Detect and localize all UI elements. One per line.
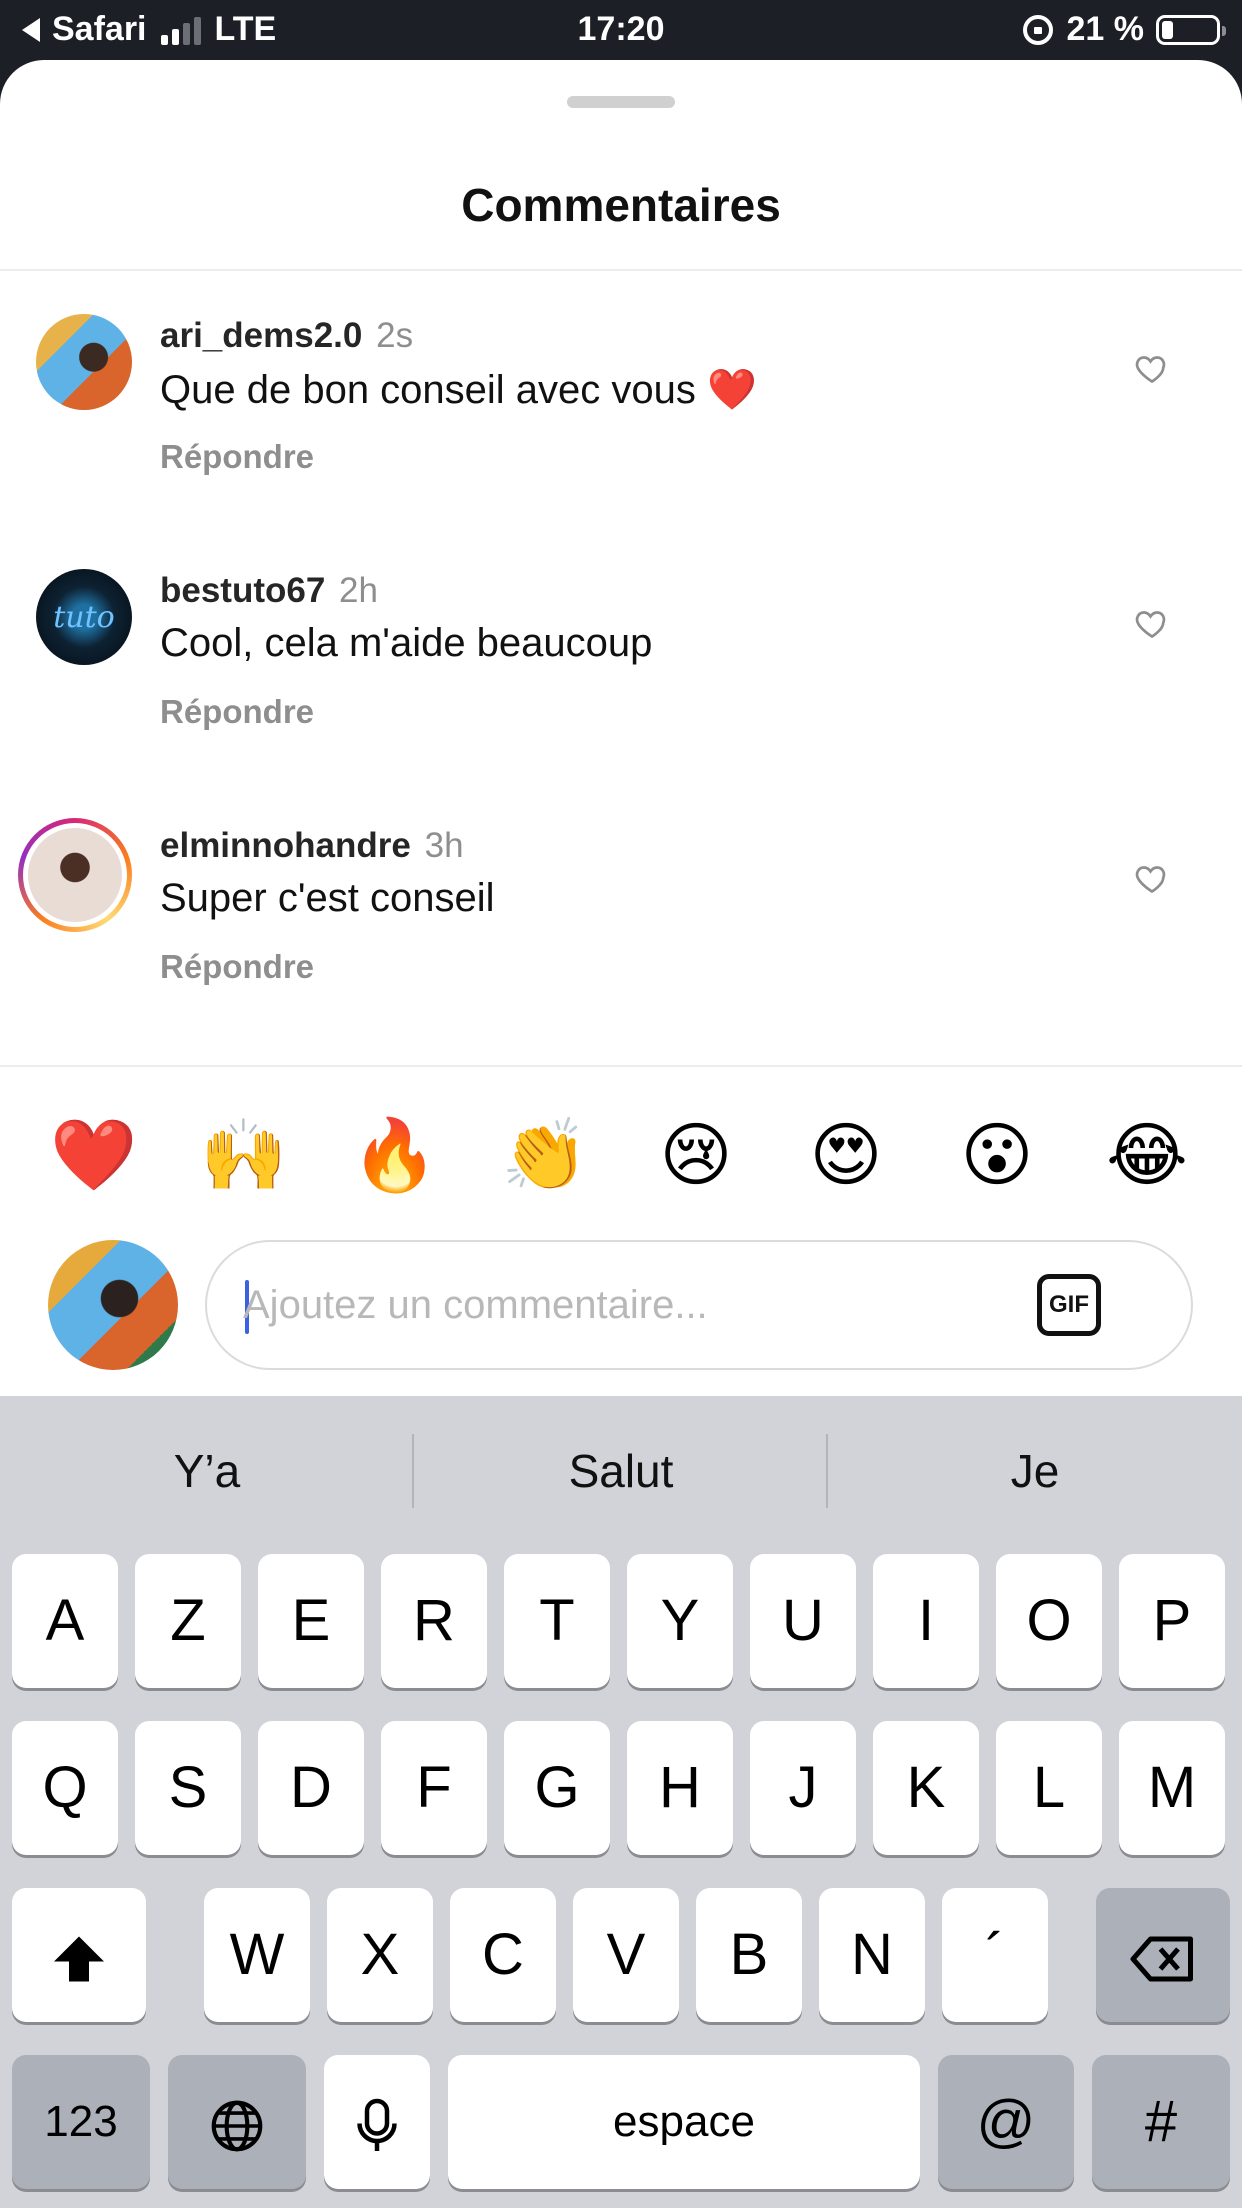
comment-age: 3h xyxy=(424,826,464,865)
microphone-icon xyxy=(357,2098,397,2151)
comment-age: 2h xyxy=(339,571,378,610)
key-v[interactable]: V xyxy=(573,1888,679,2022)
key-d[interactable]: D xyxy=(258,1721,364,1855)
comment-input[interactable] xyxy=(243,1242,1023,1368)
key-x[interactable]: X xyxy=(327,1888,433,2022)
emoji-laughing[interactable]: 😂 xyxy=(1102,1110,1192,1200)
heart-like-icon[interactable] xyxy=(1134,605,1170,641)
reply-button[interactable]: Répondre xyxy=(160,948,314,986)
comment-username[interactable]: elminnohandre xyxy=(160,826,411,865)
backspace-key[interactable] xyxy=(1096,1888,1230,2022)
avatar-text: tuto xyxy=(53,599,115,635)
emoji-crying[interactable]: 😢 xyxy=(651,1110,741,1200)
key-r[interactable]: R xyxy=(381,1554,487,1688)
key-q[interactable]: Q xyxy=(12,1721,118,1855)
comment-username[interactable]: ari_dems2.0 xyxy=(160,316,362,355)
key-l[interactable]: L xyxy=(996,1721,1102,1855)
battery-percent: 21 % xyxy=(1066,10,1145,48)
comment-item: tuto bestuto67 2h Cool, cela m'aide beau… xyxy=(0,569,1242,789)
orientation-lock-icon xyxy=(1022,14,1053,45)
key-t[interactable]: T xyxy=(504,1554,610,1688)
key-p[interactable]: P xyxy=(1119,1554,1225,1688)
numbers-key[interactable]: 123 xyxy=(12,2055,150,2189)
key-j[interactable]: J xyxy=(750,1721,856,1855)
key-i[interactable]: I xyxy=(873,1554,979,1688)
emoji-heart-eyes[interactable]: 😍 xyxy=(801,1110,891,1200)
key-acute-accent[interactable]: ´ xyxy=(942,1888,1048,2022)
reply-button[interactable]: Répondre xyxy=(160,693,314,731)
battery-fill xyxy=(1162,20,1173,39)
avatar[interactable]: tuto xyxy=(36,569,132,665)
divider xyxy=(0,1065,1242,1067)
heart-like-icon[interactable] xyxy=(1134,860,1170,896)
avatar xyxy=(28,828,122,922)
prediction-3[interactable]: Je xyxy=(828,1396,1242,1546)
at-key[interactable]: @ xyxy=(938,2055,1074,2189)
key-u[interactable]: U xyxy=(750,1554,856,1688)
heart-like-icon[interactable] xyxy=(1134,350,1170,386)
comment-username[interactable]: bestuto67 xyxy=(160,571,325,610)
emoji-fire[interactable]: 🔥 xyxy=(350,1110,440,1200)
key-e[interactable]: E xyxy=(258,1554,364,1688)
predictive-bar: Y’a Salut Je xyxy=(0,1396,1242,1546)
emoji-reaction-bar: ❤️ 🙌 🔥 👏 😢 😍 😮 😂 xyxy=(0,1110,1242,1200)
comment-header: ari_dems2.0 2s xyxy=(160,316,413,356)
key-g[interactable]: G xyxy=(504,1721,610,1855)
comment-header: bestuto67 2h xyxy=(160,571,378,611)
comment-composer: GIF xyxy=(205,1240,1193,1370)
gif-button[interactable]: GIF xyxy=(1037,1274,1101,1336)
sheet-grabber[interactable] xyxy=(567,96,675,108)
globe-key[interactable] xyxy=(168,2055,306,2189)
dictation-key[interactable] xyxy=(324,2055,430,2189)
reply-button[interactable]: Répondre xyxy=(160,438,314,476)
comment-text: Que de bon conseil avec vous ❤️ xyxy=(160,368,757,412)
emoji-raised-hands[interactable]: 🙌 xyxy=(199,1110,289,1200)
key-s[interactable]: S xyxy=(135,1721,241,1855)
comment-item: elminnohandre 3h Super c'est conseil Rép… xyxy=(0,818,1242,1044)
comment-text: Cool, cela m'aide beaucoup xyxy=(160,621,653,665)
key-h[interactable]: H xyxy=(627,1721,733,1855)
key-f[interactable]: F xyxy=(381,1721,487,1855)
avatar-story-ring[interactable] xyxy=(18,818,132,932)
globe-icon xyxy=(211,2100,263,2151)
key-a[interactable]: A xyxy=(12,1554,118,1688)
key-m[interactable]: M xyxy=(1119,1721,1225,1855)
comment-text: Super c'est conseil xyxy=(160,876,495,920)
prediction-1[interactable]: Y’a xyxy=(0,1396,414,1546)
key-b[interactable]: B xyxy=(696,1888,802,2022)
space-key[interactable]: espace xyxy=(448,2055,920,2189)
comment-item: ari_dems2.0 2s Que de bon conseil avec v… xyxy=(0,314,1242,534)
key-c[interactable]: C xyxy=(450,1888,556,2022)
shift-icon xyxy=(54,1936,104,1982)
emoji-surprised[interactable]: 😮 xyxy=(952,1110,1042,1200)
keyboard: Y’a Salut Je A Z E R T Y U I O P Q S D F… xyxy=(0,1396,1242,2208)
status-right: 21 % xyxy=(1022,10,1226,49)
prediction-2[interactable]: Salut xyxy=(414,1396,828,1546)
emoji-clapping[interactable]: 👏 xyxy=(500,1110,590,1200)
divider xyxy=(0,269,1242,271)
backspace-icon xyxy=(1130,1936,1193,1982)
hash-key[interactable]: # xyxy=(1092,2055,1230,2189)
status-bar: Safari LTE 17:20 21 % xyxy=(0,0,1242,60)
key-y[interactable]: Y xyxy=(627,1554,733,1688)
battery-icon xyxy=(1156,14,1226,45)
sheet-title: Commentaires xyxy=(461,179,781,231)
comment-age: 2s xyxy=(376,316,414,355)
comments-sheet: Commentaires ari_dems2.0 2s Que de bon c… xyxy=(0,60,1242,1396)
key-k[interactable]: K xyxy=(873,1721,979,1855)
key-o[interactable]: O xyxy=(996,1554,1102,1688)
key-n[interactable]: N xyxy=(819,1888,925,2022)
current-user-avatar xyxy=(48,1240,178,1370)
avatar[interactable] xyxy=(36,314,132,410)
emoji-heart[interactable]: ❤️ xyxy=(49,1110,139,1200)
key-w[interactable]: W xyxy=(204,1888,310,2022)
comment-header: elminnohandre 3h xyxy=(160,826,464,866)
key-z[interactable]: Z xyxy=(135,1554,241,1688)
shift-key[interactable] xyxy=(12,1888,146,2022)
